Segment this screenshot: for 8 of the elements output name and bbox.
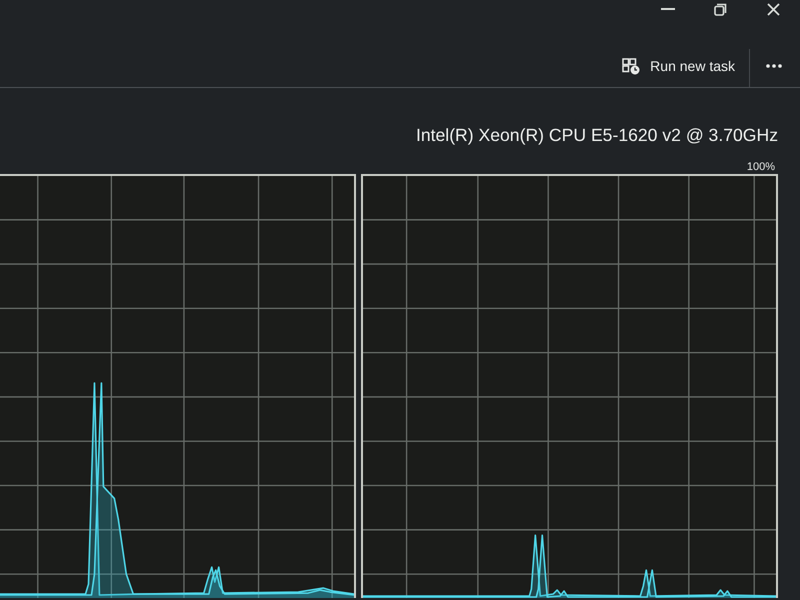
cpu-model-name: Intel(R) Xeon(R) CPU E5-1620 v2 @ 3.70GHz (416, 124, 778, 146)
close-icon (767, 2, 780, 16)
scale-max-label: 100% (746, 161, 775, 174)
minimize-icon (660, 8, 674, 10)
run-new-task-button[interactable]: Run new task (612, 51, 745, 81)
more-icon (766, 64, 782, 68)
restore-icon (714, 2, 727, 16)
run-task-icon (622, 58, 640, 74)
